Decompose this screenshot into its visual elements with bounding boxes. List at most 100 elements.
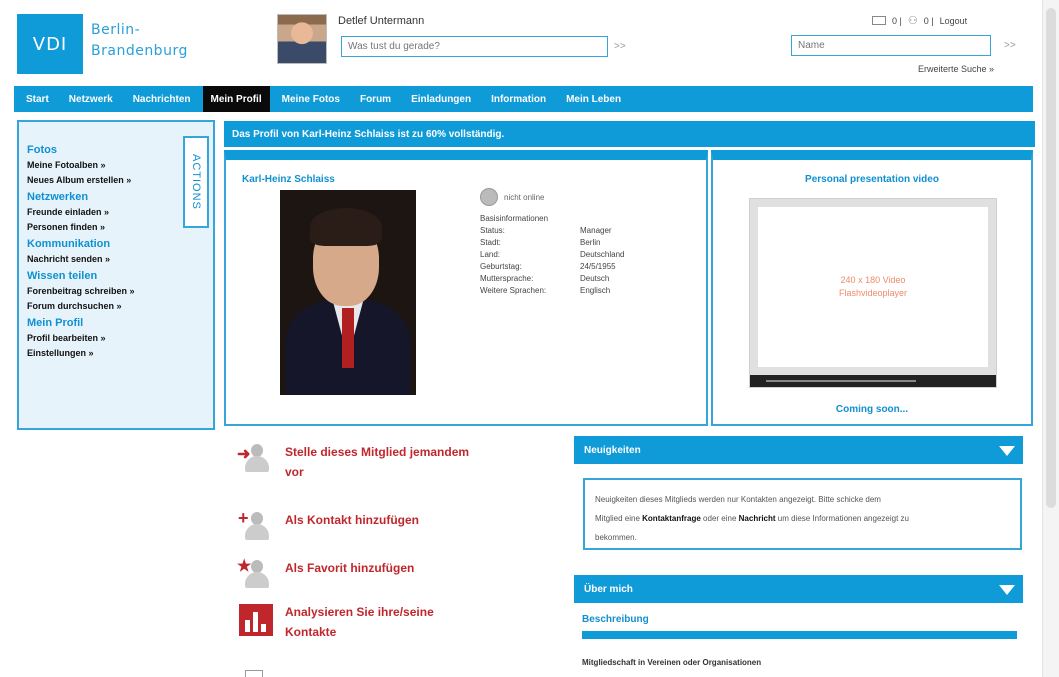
sidebar-group-kommunikation: Kommunikation — [27, 238, 111, 250]
video-placeholder-line-2: Flashvideoplayer — [838, 288, 908, 298]
nav-mein-profil[interactable]: Mein Profil — [202, 86, 270, 112]
news-text-part: Mitglied eine — [595, 514, 643, 523]
info-value: Deutschland — [580, 250, 625, 259]
sidebar-link-forum-durchsuchen[interactable]: Forum durchsuchen » — [27, 301, 205, 311]
nav-mein-leben[interactable]: Mein Leben — [566, 86, 621, 112]
logout-link[interactable]: Logout — [940, 16, 968, 26]
user-name: Detlef Untermann — [338, 15, 425, 27]
collapse-arrow-icon[interactable] — [999, 585, 1015, 595]
actions-tab-label: ACTIONS — [190, 154, 202, 210]
sidebar-link-freunde-einladen[interactable]: Freunde einladen » — [27, 207, 205, 217]
sidebar-link-personen-finden[interactable]: Personen finden » — [27, 222, 205, 232]
analyze-contacts-label: Analysieren Sie ihre/seine Kontakte — [285, 602, 434, 642]
arrow-person-icon: ➜ — [237, 442, 273, 476]
video-controls[interactable] — [750, 375, 996, 387]
analyze-contacts-action[interactable]: Analysieren Sie ihre/seine Kontakte — [237, 602, 434, 642]
nav-information[interactable]: Information — [491, 86, 546, 112]
nav-nachrichten[interactable]: Nachrichten — [133, 86, 191, 112]
info-key: Status: — [480, 226, 505, 235]
info-value: 24/5/1955 — [580, 262, 616, 271]
profile-name: Karl-Heinz Schlaiss — [242, 174, 335, 185]
region-line-2: Brandenburg — [91, 43, 188, 59]
status-submit-button[interactable]: >> — [614, 41, 626, 52]
video-title: Personal presentation video — [805, 174, 939, 185]
online-status-text: nicht online — [504, 192, 545, 202]
friends-count[interactable]: 0 | — [924, 16, 934, 26]
info-row: Muttersprache: Deutsch — [480, 273, 624, 285]
user-avatar[interactable] — [277, 14, 327, 64]
sidebar-link-nachricht-senden[interactable]: Nachricht senden » — [27, 254, 205, 264]
site-header: VDI Berlin- Brandenburg Detlef Untermann… — [0, 0, 1040, 82]
video-placeholder: 240 x 180 Video Flashvideoplayer — [758, 207, 988, 367]
info-value: Berlin — [580, 238, 601, 247]
status-input[interactable] — [341, 36, 608, 57]
info-value: Englisch — [580, 286, 611, 295]
region-name: Berlin- Brandenburg — [91, 20, 188, 62]
news-content: Neuigkeiten dieses Mitglieds werden nur … — [583, 478, 1022, 550]
info-row: Stadt: Berlin — [480, 237, 624, 249]
sidebar-link-profil-bearbeiten[interactable]: Profil bearbeiten » — [27, 333, 205, 343]
sidebar-group-netzwerken: Netzwerken — [27, 191, 89, 203]
news-header[interactable]: Neuigkeiten — [574, 436, 1023, 464]
add-contact-label: Als Kontakt hinzufügen — [285, 513, 419, 527]
sidebar-group-fotos: Fotos — [27, 144, 57, 156]
video-coming-soon: Coming soon... — [835, 404, 909, 415]
online-status: nicht online — [480, 188, 544, 206]
nav-start[interactable]: Start — [26, 86, 49, 112]
video-player[interactable]: 240 x 180 Video Flashvideoplayer — [749, 198, 997, 388]
name-search-input[interactable] — [791, 35, 991, 56]
plus-person-icon: + — [237, 508, 273, 544]
bar-chart-icon — [237, 602, 273, 636]
page-scrollbar[interactable] — [1042, 0, 1059, 677]
add-favorite-label: Als Favorit hinzufügen — [285, 561, 415, 575]
basic-info-title: Basisinformationen — [480, 214, 549, 223]
news-title: Neuigkeiten — [584, 445, 641, 456]
info-key: Muttersprache: — [480, 274, 534, 283]
info-value: Deutsch — [580, 274, 610, 283]
online-status-icon — [480, 188, 498, 206]
sidebar-link-forenbeitrag[interactable]: Forenbeitrag schreiben » — [27, 286, 205, 296]
basic-info-table: Basisinformationen Status: Manager Stadt:… — [480, 214, 624, 297]
name-search-button[interactable]: >> — [1004, 40, 1016, 51]
nav-einladungen[interactable]: Einladungen — [411, 86, 471, 112]
sidebar-link-fotoalben[interactable]: Meine Fotoalben » — [27, 160, 205, 170]
sidebar-link-einstellungen[interactable]: Einstellungen » — [27, 348, 205, 358]
main-nav: Start Netzwerk Nachrichten Mein Profil M… — [14, 86, 1033, 112]
collapse-arrow-icon[interactable] — [999, 446, 1015, 456]
contact-request-link[interactable]: Kontaktanfrage — [642, 514, 701, 523]
mail-count[interactable]: 0 | — [892, 16, 902, 26]
nav-forum[interactable]: Forum — [360, 86, 391, 112]
sidebar-group-wissen-teilen: Wissen teilen — [27, 270, 98, 282]
info-row: Geburtstag: 24/5/1955 — [480, 261, 624, 273]
nav-netzwerk[interactable]: Netzwerk — [69, 86, 113, 112]
scrollbar-thumb[interactable] — [1046, 8, 1056, 508]
info-row: Land: Deutschland — [480, 249, 624, 261]
introduce-member-label-line-2: vor — [285, 465, 304, 479]
message-link[interactable]: Nachricht — [739, 514, 776, 523]
introduce-member-action[interactable]: ➜ Stelle dieses Mitglied jemandem vor — [237, 442, 469, 482]
sidebar-group-mein-profil: Mein Profil — [27, 317, 84, 329]
membership-label: Mitgliedschaft in Vereinen oder Organisa… — [582, 658, 762, 667]
video-placeholder-line-1: 240 x 180 Video — [840, 275, 906, 285]
analyze-contacts-label-line-1: Analysieren Sie ihre/seine — [285, 605, 434, 619]
envelope-icon[interactable] — [245, 670, 263, 677]
photo-hair — [310, 208, 382, 246]
news-text-part: oder eine — [700, 514, 739, 523]
add-favorite-action[interactable]: ★ Als Favorit hinzufügen — [237, 558, 414, 592]
vdi-logo[interactable]: VDI — [17, 14, 83, 74]
about-header[interactable]: Über mich — [574, 575, 1023, 603]
nav-meine-fotos[interactable]: Meine Fotos — [282, 86, 340, 112]
sidebar-link-neues-album[interactable]: Neues Album erstellen » — [27, 175, 205, 185]
friends-icon[interactable]: ⚇ — [908, 14, 918, 27]
info-value: Manager — [580, 226, 612, 235]
info-key: Geburtstag: — [480, 262, 522, 271]
top-links: 0 | ⚇ 0 | Logout — [872, 14, 967, 27]
profile-photo — [280, 190, 416, 395]
advanced-search-link[interactable]: Erweiterte Suche » — [918, 64, 994, 74]
star-person-icon: ★ — [237, 558, 273, 592]
add-contact-action[interactable]: + Als Kontakt hinzufügen — [237, 508, 419, 544]
mail-icon[interactable] — [872, 16, 886, 25]
video-progress-bar[interactable] — [766, 380, 916, 382]
photo-tie — [342, 308, 354, 368]
actions-tab[interactable]: ACTIONS — [183, 136, 209, 228]
